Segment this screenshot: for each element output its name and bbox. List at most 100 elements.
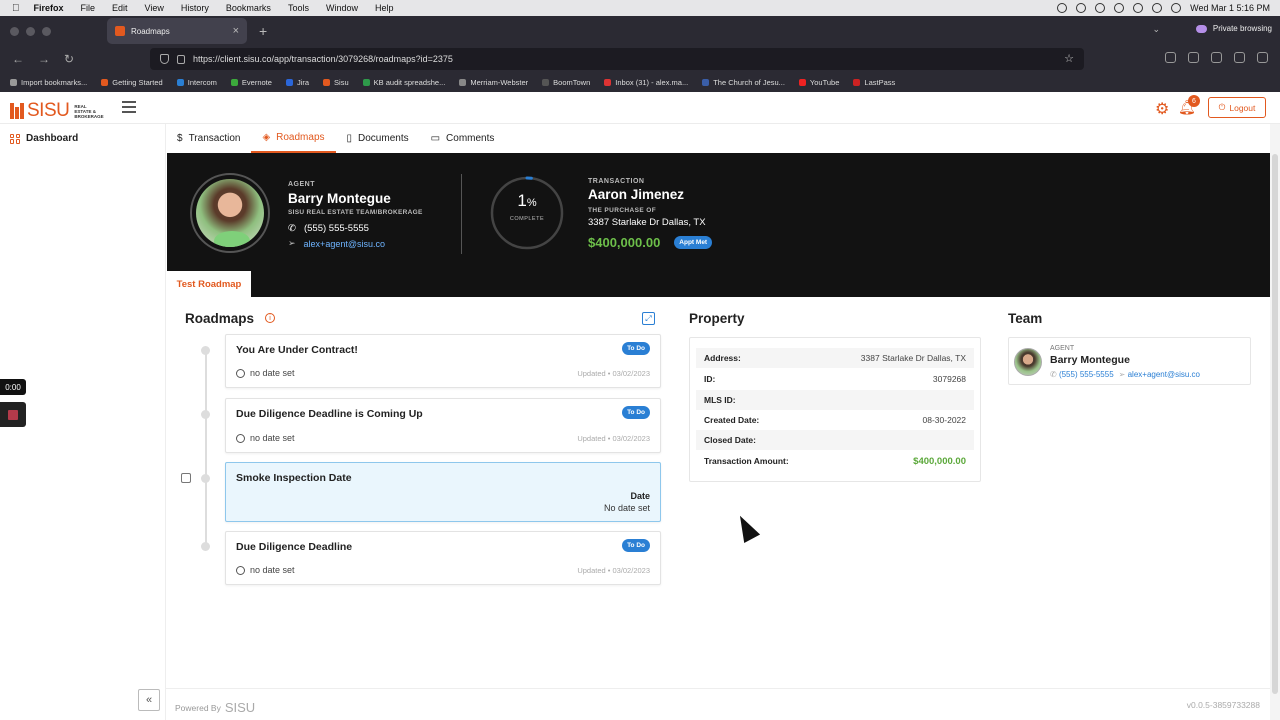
stop-recording-button[interactable]: [0, 402, 26, 427]
status-badge[interactable]: Appt Met: [674, 236, 713, 249]
send-icon: ➢: [1118, 370, 1126, 379]
progress-value: 1: [517, 191, 527, 210]
pocket-icon[interactable]: [1165, 52, 1176, 63]
menu-file[interactable]: File: [81, 3, 96, 13]
extension-icon[interactable]: [1211, 52, 1222, 63]
status-icon[interactable]: [1057, 3, 1068, 13]
browser-tab[interactable]: Roadmaps ×: [107, 18, 247, 44]
expand-icon[interactable]: ⤢: [642, 312, 655, 325]
roadmap-tab-test[interactable]: Test Roadmap: [167, 271, 251, 297]
clock-icon: [236, 368, 245, 378]
lock-icon[interactable]: [177, 54, 185, 64]
status-icon[interactable]: [1114, 3, 1125, 13]
bookmark-item[interactable]: LastPass: [853, 78, 895, 87]
timeline-line: [205, 349, 207, 549]
roadmap-item-date: no date set: [236, 433, 295, 443]
bookmark-item[interactable]: Getting Started: [101, 78, 163, 87]
progress-unit: %: [526, 197, 537, 209]
menu-window[interactable]: Window: [326, 3, 358, 13]
hero-divider: [461, 174, 462, 254]
tab-transaction[interactable]: $ Transaction: [166, 124, 251, 153]
sidebar: Dashboard 0:00 «: [0, 124, 166, 720]
roadmap-item[interactable]: You Are Under Contract! To Do no date se…: [225, 334, 661, 388]
new-tab-icon[interactable]: +: [259, 23, 267, 39]
menu-datetime[interactable]: Wed Mar 1 5:16 PM: [1190, 3, 1270, 13]
bookmark-item[interactable]: The Church of Jesu...: [702, 78, 785, 87]
status-badge[interactable]: To Do: [622, 342, 650, 355]
info-icon[interactable]: i: [265, 313, 275, 323]
search-icon[interactable]: [1152, 3, 1163, 13]
apple-icon[interactable]: : [12, 3, 20, 14]
bookmark-item[interactable]: Evernote: [230, 78, 272, 87]
status-badge[interactable]: To Do: [622, 406, 650, 419]
control-center-icon[interactable]: [1171, 3, 1182, 13]
menu-view[interactable]: View: [145, 3, 164, 13]
bookmark-star-icon[interactable]: ☆: [1064, 52, 1074, 65]
document-icon: ▯: [346, 133, 353, 144]
dollar-icon: $: [177, 133, 183, 144]
bookmark-item[interactable]: Inbox (31) - alex.ma...: [604, 78, 688, 87]
settings-gear-icon[interactable]: ⚙: [1155, 99, 1169, 119]
bookmark-item[interactable]: Import bookmarks...: [10, 78, 87, 87]
clock-icon: [236, 433, 245, 443]
tab-comments[interactable]: ▭ Comments: [420, 124, 506, 153]
status-icon[interactable]: [1076, 3, 1087, 13]
bookmark-item[interactable]: Jira: [285, 78, 309, 87]
power-icon: ⏻: [1218, 102, 1226, 112]
property-row: ID: 3079268: [704, 374, 966, 384]
menu-tools[interactable]: Tools: [288, 3, 309, 13]
bookmark-item[interactable]: Intercom: [176, 78, 217, 87]
collapse-sidebar-button[interactable]: «: [138, 689, 160, 711]
purchase-label: THE PURCHASE OF: [588, 207, 657, 214]
sisu-logo[interactable]: SISU REAL ESTATE & BROKERAGE: [10, 100, 104, 122]
bookmark-item[interactable]: KB audit spreadshe...: [362, 78, 445, 87]
roadmap-item-title: Due Diligence Deadline: [236, 541, 353, 553]
wifi-icon[interactable]: [1133, 3, 1144, 13]
mouse-cursor-icon: [732, 511, 761, 543]
roadmap-item[interactable]: Due Diligence Deadline is Coming Up To D…: [225, 398, 661, 453]
address-bar[interactable]: https://client.sisu.co/app/transaction/3…: [150, 48, 1084, 70]
bookmark-item[interactable]: BoomTown: [542, 78, 590, 87]
team-name: Barry Montegue: [1050, 354, 1130, 366]
menu-edit[interactable]: Edit: [112, 3, 128, 13]
recording-timer: 0:00: [0, 379, 26, 395]
menu-bookmarks[interactable]: Bookmarks: [226, 3, 271, 13]
window-controls[interactable]: [10, 26, 51, 36]
status-badge[interactable]: To Do: [622, 539, 650, 552]
bookmark-item[interactable]: Merriam-Webster: [459, 78, 528, 87]
menu-icon[interactable]: [1257, 52, 1268, 63]
transaction-tabs: $ Transaction ◈ Roadmaps ▯ Documents ▭ Comme…: [166, 124, 1270, 153]
menu-help[interactable]: Help: [375, 3, 394, 13]
timeline-dot: [201, 542, 210, 551]
hamburger-menu-icon[interactable]: [122, 101, 136, 116]
extension-icon[interactable]: [1188, 52, 1199, 63]
scrollbar[interactable]: [1270, 124, 1280, 720]
team-email[interactable]: ➢ alex+agent@sisu.co: [1119, 370, 1200, 379]
status-icon[interactable]: [1095, 3, 1106, 13]
extensions-puzzle-icon[interactable]: [1234, 52, 1245, 63]
tracking-shield-icon[interactable]: [160, 54, 169, 64]
stop-icon: [8, 409, 18, 420]
tab-roadmaps[interactable]: ◈ Roadmaps: [251, 124, 336, 153]
url-text[interactable]: https://client.sisu.co/app/transaction/3…: [193, 54, 453, 64]
bookmark-item[interactable]: YouTube: [798, 78, 839, 87]
bookmark-item[interactable]: Sisu: [323, 78, 349, 87]
sidebar-item-dashboard[interactable]: Dashboard: [10, 133, 78, 144]
back-icon[interactable]: ←: [12, 52, 26, 66]
tab-documents[interactable]: ▯ Documents: [336, 124, 420, 153]
agent-phone[interactable]: ✆ (555) 555-5555: [288, 223, 423, 234]
menu-history[interactable]: History: [181, 3, 209, 13]
menu-app-name[interactable]: Firefox: [34, 3, 64, 13]
reload-icon[interactable]: ↻: [64, 52, 78, 66]
close-tab-icon[interactable]: ×: [233, 25, 239, 37]
logout-button[interactable]: ⏻ Logout: [1208, 97, 1266, 118]
forward-icon[interactable]: →: [38, 52, 52, 66]
tab-list-chevron-icon[interactable]: ⌄: [1152, 24, 1160, 35]
team-role: AGENT: [1050, 345, 1075, 352]
team-phone[interactable]: ✆ (555) 555-5555: [1050, 370, 1114, 379]
private-mask-icon: [1195, 24, 1207, 33]
roadmap-item-selected[interactable]: Smoke Inspection Date Date No date set: [225, 462, 661, 522]
roadmap-item-title: Due Diligence Deadline is Coming Up: [236, 408, 423, 420]
agent-email-link[interactable]: ➢ alex+agent@sisu.co: [288, 238, 423, 249]
roadmap-item[interactable]: Due Diligence Deadline To Do no date set…: [225, 531, 661, 585]
